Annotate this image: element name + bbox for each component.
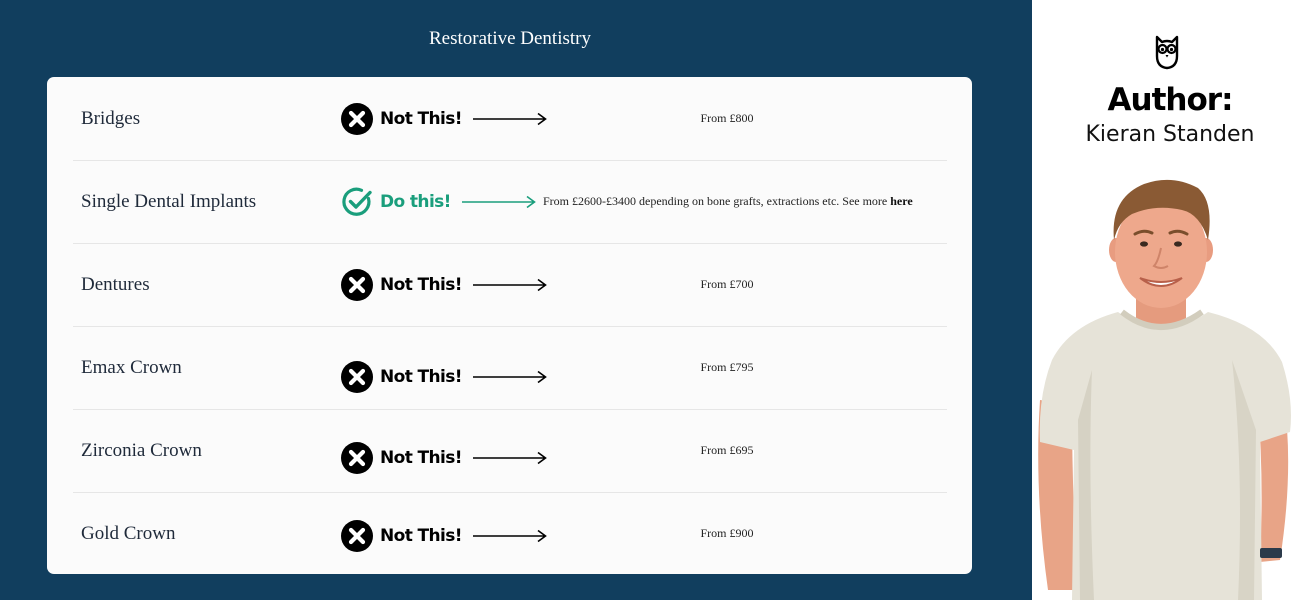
verdict-label: Not This!	[380, 447, 463, 468]
owl-icon	[1155, 35, 1179, 70]
see-more-link[interactable]: here	[890, 194, 912, 208]
author-heading: Author:	[1107, 82, 1234, 118]
author-photo	[1038, 179, 1291, 600]
price-text: From £2600-£3400 depending on bone graft…	[543, 194, 888, 208]
table-row: Single Dental Implants Do this! From £26…	[73, 160, 947, 244]
treatment-name: Emax Crown	[81, 357, 182, 378]
x-circle-icon	[341, 360, 373, 393]
arrow-right-icon	[461, 195, 536, 208]
x-circle-icon	[341, 268, 373, 301]
treatment-name: Single Dental Implants	[81, 191, 257, 212]
verdict: Not This!	[341, 494, 548, 577]
arrow-right-icon	[472, 112, 547, 125]
verdict: Do this!	[341, 160, 537, 243]
arrow-right-icon	[472, 370, 547, 383]
verdict-label: Not This!	[380, 274, 463, 295]
table-row: Dentures Not This! From £700	[73, 243, 947, 327]
treatment-name: Bridges	[81, 108, 141, 129]
author-panel: Author: Kieran Standen	[1032, 0, 1300, 600]
price: From £900	[700, 526, 754, 540]
author-name: Kieran Standen	[1085, 122, 1255, 147]
price: From £700	[700, 277, 754, 291]
treatment-name: Zirconia Crown	[81, 440, 202, 461]
treatment-name: Gold Crown	[81, 523, 176, 544]
verdict: Not This!	[341, 77, 548, 160]
verdict: Not This!	[341, 243, 548, 326]
arrow-right-icon	[472, 529, 547, 542]
table-row: Emax Crown Not This! From £795	[73, 326, 947, 410]
price: From £795	[700, 360, 754, 374]
price-card: Bridges Not This! From £800 Single Denta…	[47, 77, 972, 574]
arrow-right-icon	[472, 278, 547, 291]
verdict: Not This!	[341, 335, 548, 418]
section-title: Restorative Dentistry	[429, 28, 591, 49]
price: From £2600-£3400 depending on bone graft…	[543, 160, 943, 243]
x-circle-icon	[341, 519, 373, 552]
table-row: Zirconia Crown Not This! From £695	[73, 409, 947, 493]
price: From £800	[700, 111, 754, 125]
verdict: Not This!	[341, 416, 548, 499]
price: From £695	[700, 443, 754, 457]
verdict-label: Not This!	[380, 525, 463, 546]
check-circle-icon	[342, 187, 372, 216]
treatment-name: Dentures	[81, 274, 150, 295]
x-circle-icon	[341, 441, 373, 474]
table-row: Bridges Not This! From £800	[73, 77, 947, 161]
table-row: Gold Crown Not This! From £900	[73, 492, 947, 575]
arrow-right-icon	[472, 451, 547, 464]
x-circle-icon	[341, 102, 373, 135]
left-panel: Restorative Dentistry Bridges Not This! …	[0, 0, 1032, 600]
verdict-label: Not This!	[380, 108, 463, 129]
verdict-label: Not This!	[380, 366, 463, 387]
verdict-label: Do this!	[380, 191, 451, 212]
